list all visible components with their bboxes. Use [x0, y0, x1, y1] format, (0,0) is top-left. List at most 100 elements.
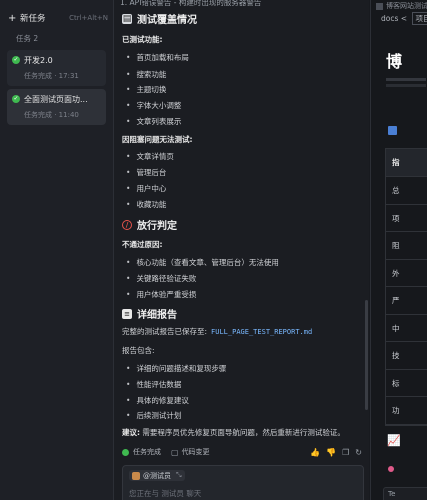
breadcrumb[interactable]: docs < 项目: [381, 12, 427, 25]
tasks-header: 任务 2: [16, 34, 39, 43]
preview-input-text: Te: [388, 490, 396, 498]
reason-label: 不通过原因:: [122, 240, 163, 249]
preview-table: 指 总 项 阻 外 严 中 技 标 功: [385, 148, 427, 426]
task-title: 开发2.0: [24, 56, 53, 65]
list-item: 字体大小调整: [126, 100, 181, 111]
message-actions: 任务完成 ▢ 代码变更 👍 👎 ❐ ↻: [122, 446, 362, 458]
verdict-heading: / 放行判定: [122, 217, 177, 232]
recommendation: 建议: 需要程序员优先修复页面导航问题，然后重新进行测试验证。: [122, 427, 345, 438]
task-status: 任务完成 · 17:31: [24, 72, 79, 80]
chat-input-box[interactable]: @测试员 ⤡: [122, 465, 364, 500]
thumbs-down-icon[interactable]: 👎: [326, 448, 336, 457]
list-item: 文章详情页: [126, 151, 174, 162]
chart-line-icon: 📈: [387, 434, 401, 447]
table-row: 严: [386, 287, 427, 315]
list-item: 后续测试计划: [126, 410, 181, 421]
list-item: 收藏功能: [126, 199, 166, 210]
blocked-label: 因阻塞问题无法测试:: [122, 135, 193, 144]
avatar: [388, 466, 394, 472]
verdict-title: 放行判定: [137, 221, 177, 232]
plus-icon: +: [8, 12, 17, 24]
list-item: 用户体验严重受损: [126, 289, 196, 300]
list-item: 核心功能（查看文章、管理后台）无法使用: [126, 257, 279, 268]
tested-label: 已测试功能:: [122, 35, 163, 44]
task-sidebar: + 新任务 Ctrl+Alt+N 任务 2 ✓ 开发2.0 任务完成 · 17:…: [0, 0, 114, 500]
table-cell: 总: [392, 186, 400, 195]
table-cell: 阻: [392, 241, 400, 250]
recommendation-label: 建议:: [122, 428, 140, 437]
report-saved-line: 完整的测试报告已保存至: FULL_PAGE_TEST_REPORT.md: [122, 326, 312, 337]
retry-icon[interactable]: ↻: [355, 448, 362, 457]
list-item: 主题切换: [126, 84, 166, 95]
report-contains-label: 报告包含:: [122, 346, 155, 355]
coverage-heading: ▤ 测试覆盖情况: [122, 11, 197, 26]
table-cell: 中: [392, 323, 400, 333]
collapse-icon[interactable]: ⤡: [176, 471, 182, 480]
list-item: 首页加载和布局: [126, 52, 189, 63]
new-task-shortcut: Ctrl+Alt+N: [69, 14, 108, 22]
mention-chip[interactable]: @测试员 ⤡: [129, 470, 185, 481]
table-row: 总: [386, 177, 427, 205]
task-status: 任务完成 · 11:40: [24, 111, 79, 119]
table-cell: 标: [392, 378, 400, 388]
preview-hint-text: 博客网站测试: [386, 2, 427, 10]
table-cell: 指: [392, 158, 400, 167]
thumbs-up-icon[interactable]: 👍: [310, 448, 320, 457]
breadcrumb-root[interactable]: docs: [381, 14, 398, 23]
chat-input[interactable]: [127, 488, 331, 499]
task-item-active[interactable]: ✓ 全面测试页面功... 任务完成 · 11:40: [7, 89, 106, 125]
chat-content: 1. API错误警告 - 构建时出现的服务器警告 ▤ 测试覆盖情况 已测试功能:…: [114, 0, 369, 500]
task-item[interactable]: ✓ 开发2.0 任务完成 · 17:31: [7, 50, 106, 86]
list-item: 管理后台: [126, 167, 166, 178]
clipboard-icon: ▤: [122, 13, 132, 24]
preview-input[interactable]: Te: [383, 487, 427, 500]
table-row: 技: [386, 342, 427, 370]
code-changes-button[interactable]: 代码变更: [182, 447, 210, 457]
report-heading: ≡ 详细报告: [122, 306, 177, 321]
check-circle-icon: ✓: [12, 95, 20, 103]
table-row: 项: [386, 205, 427, 232]
scrollbar[interactable]: [365, 300, 368, 410]
new-task-label: 新任务: [20, 14, 46, 24]
task-status-label: 任务完成: [133, 448, 161, 456]
chart-emoji-icon: [388, 126, 397, 135]
breadcrumb-dir[interactable]: 项目: [412, 12, 427, 25]
table-row: 阻: [386, 232, 427, 260]
file-icon: [376, 2, 383, 10]
table-row: 标: [386, 370, 427, 397]
table-row: 功: [386, 397, 427, 425]
list-item: 关键路径验证失败: [126, 273, 196, 284]
document-icon: ≡: [122, 308, 132, 319]
check-circle-icon: ✓: [12, 56, 20, 64]
task-title: 全面测试页面功...: [24, 95, 88, 104]
mention-name: @测试员: [143, 471, 171, 480]
divider: [386, 78, 426, 81]
report-title: 详细报告: [137, 310, 177, 321]
recommendation-text: 需要程序员优先修复页面导航问题，然后重新进行测试验证。: [142, 428, 345, 437]
table-row: 外: [386, 260, 427, 287]
preview-title: 博: [386, 52, 403, 71]
status-dot-icon: [122, 448, 129, 456]
list-item: 文章列表展示: [126, 116, 181, 127]
prohibited-icon: /: [122, 219, 132, 230]
preview-panel: 博客网站测试 docs < 项目 博 指 总 项 阻 外 严 中 技 标 功 📈…: [370, 0, 427, 500]
code-changes-icon[interactable]: ▢: [171, 448, 179, 457]
table-cell: 项: [392, 213, 400, 223]
coverage-title: 测试覆盖情况: [137, 15, 197, 26]
list-item: 详细的问题描述和复现步骤: [126, 363, 226, 374]
table-row: 指: [386, 149, 427, 177]
preview-hint: 博客网站测试: [376, 1, 427, 11]
copy-icon[interactable]: ❐: [342, 448, 349, 457]
new-task-button[interactable]: + 新任务 Ctrl+Alt+N: [8, 11, 108, 25]
report-saved-prefix: 完整的测试报告已保存至:: [122, 327, 208, 336]
agent-avatar: [132, 471, 140, 480]
previous-line: 1. API错误警告 - 构建时出现的服务器警告: [120, 0, 262, 7]
list-item: 性能评估数据: [126, 379, 181, 390]
table-cell: 外: [392, 268, 400, 278]
list-item: 搜索功能: [126, 69, 166, 80]
list-item: 用户中心: [126, 183, 166, 194]
divider: [386, 84, 426, 87]
table-row: 中: [386, 315, 427, 342]
table-cell: 严: [392, 296, 400, 305]
report-file-path[interactable]: FULL_PAGE_TEST_REPORT.md: [211, 328, 312, 336]
